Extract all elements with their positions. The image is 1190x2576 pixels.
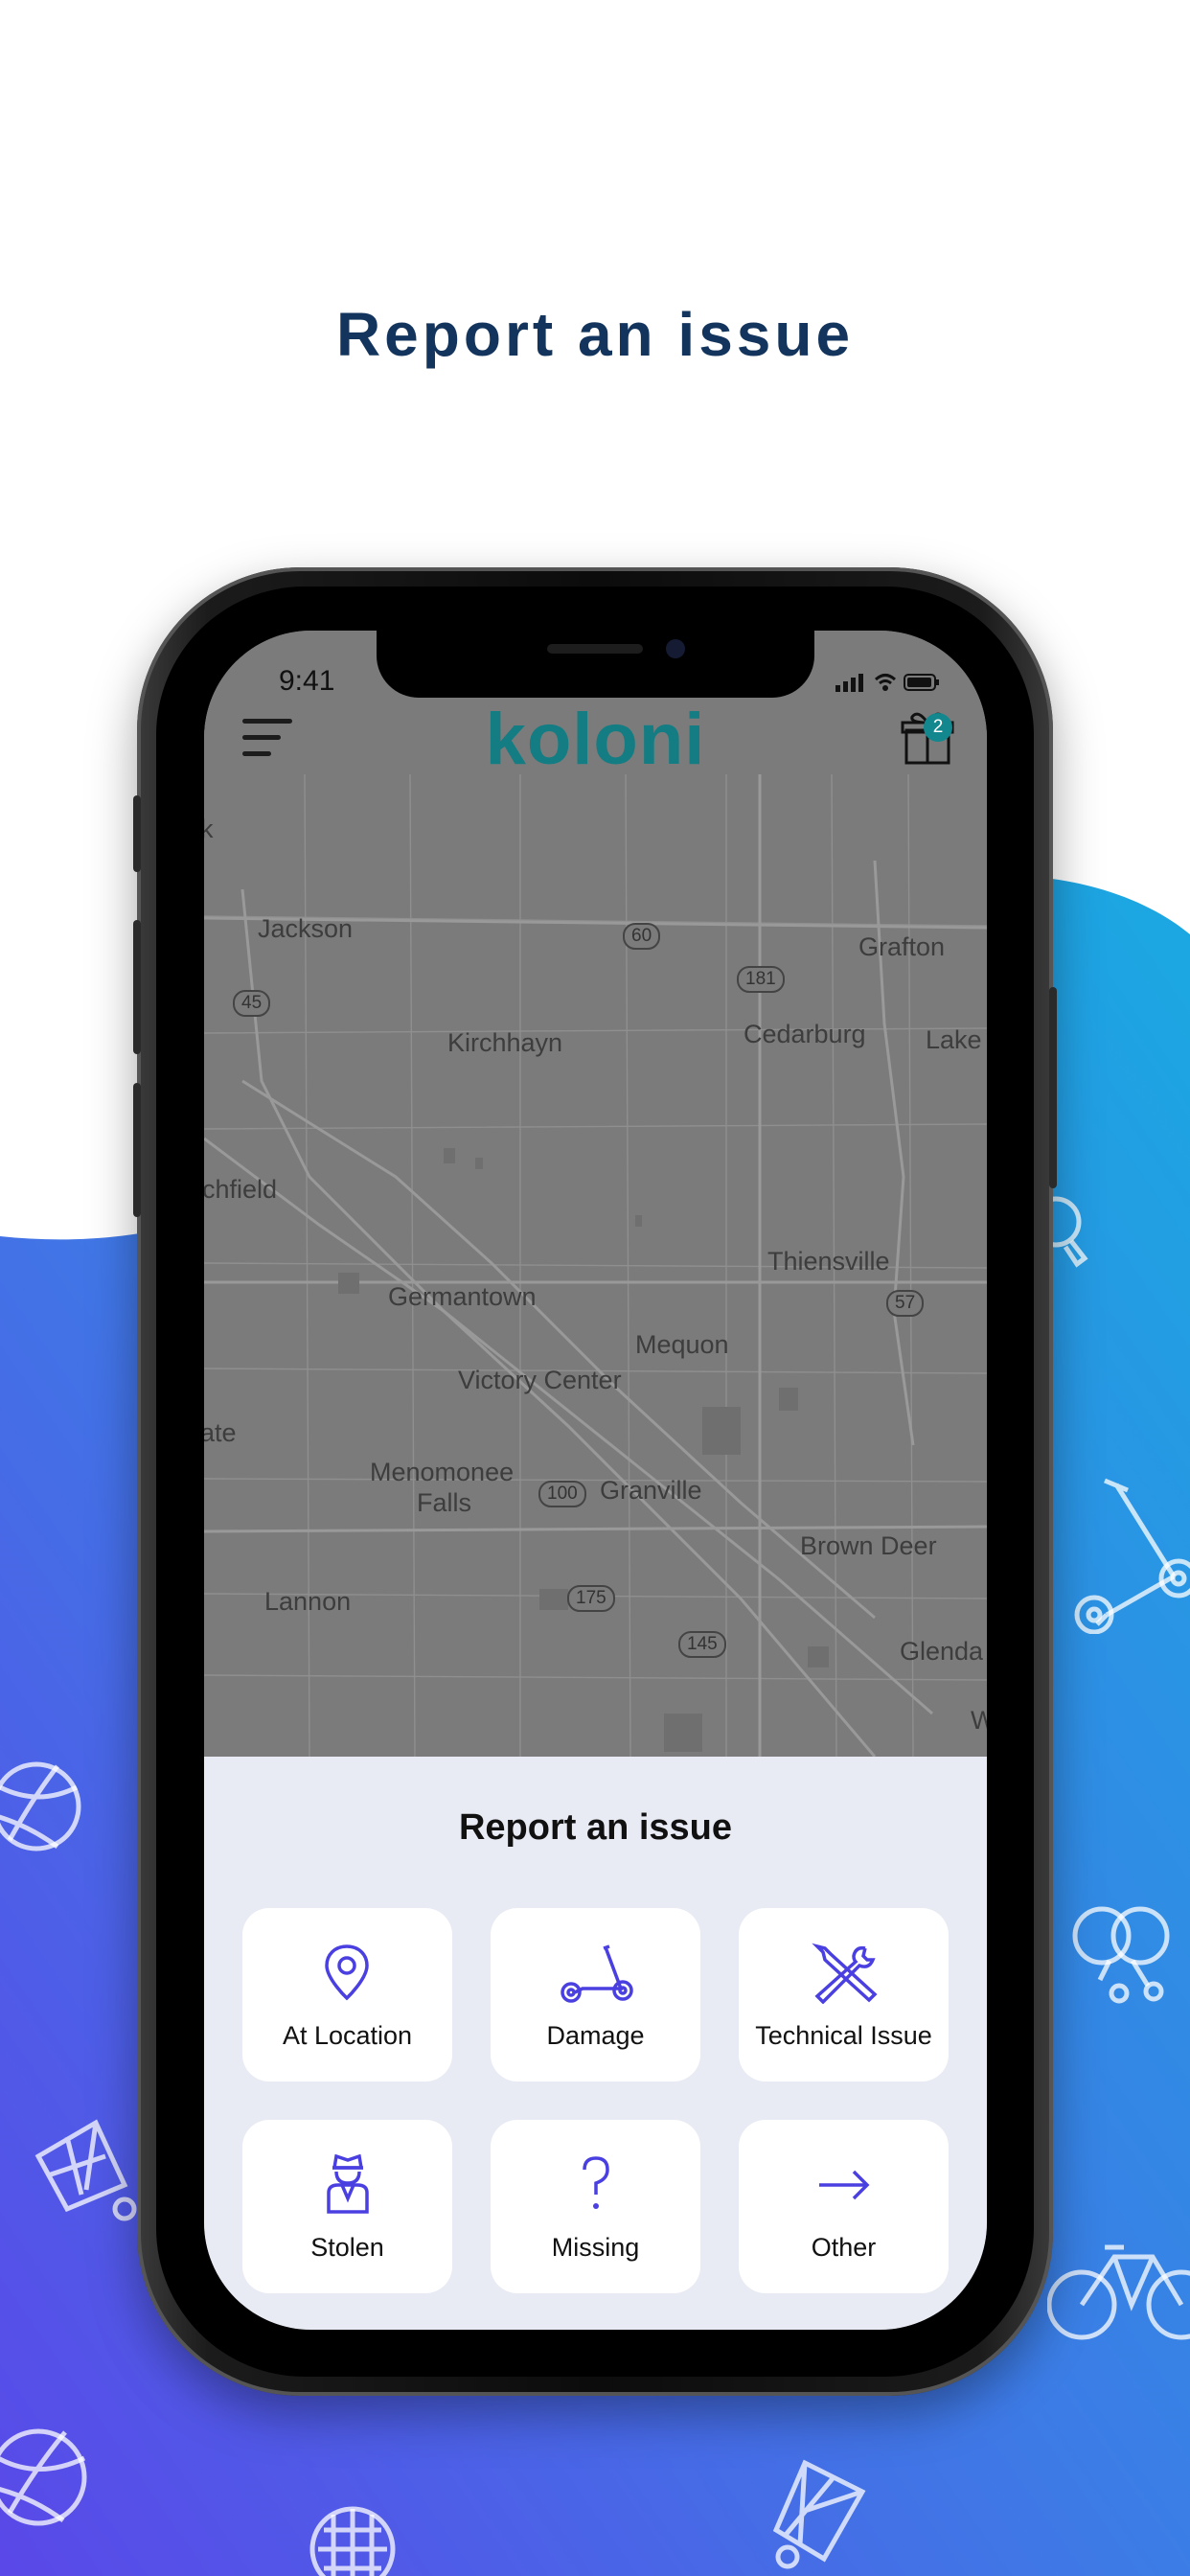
wifi-icon — [874, 674, 897, 685]
map-place-label: W — [971, 1706, 987, 1735]
option-label: Missing — [551, 2233, 640, 2262]
option-label: At Location — [282, 2021, 413, 2050]
battery-icon — [904, 674, 939, 691]
route-shield: 181 — [737, 966, 785, 993]
phone-side-button — [133, 795, 141, 872]
map-place-label: Thiensville — [767, 1247, 890, 1276]
phone-volume-up — [133, 920, 141, 1054]
thief-icon — [327, 2154, 369, 2214]
option-label: Stolen — [310, 2233, 384, 2262]
ping-pong-icon — [1072, 1906, 1170, 2004]
option-label: Other — [811, 2233, 877, 2262]
map-place-label: Grafton — [858, 932, 946, 961]
option-label: Technical Issue — [755, 2021, 932, 2050]
notification-badge: 2 — [924, 713, 952, 742]
map-place-label: ate — [204, 1418, 237, 1447]
map-place-label: Jackson — [258, 914, 354, 943]
scooter-icon — [561, 1944, 633, 2003]
map-place-label: Lannon — [264, 1587, 352, 1616]
tools-icon — [812, 1943, 878, 2004]
map-place-label: chfield — [204, 1175, 278, 1204]
scooter-icon — [1074, 1478, 1190, 1634]
basketball-icon — [0, 2428, 87, 2526]
map-place-label: k — [204, 815, 214, 843]
signal-icon — [835, 674, 863, 692]
location-pin-icon — [325, 1944, 369, 2001]
sheet-title: Report an issue — [458, 1807, 733, 1848]
route-shield: 45 — [233, 990, 271, 1017]
phone-notch — [377, 631, 814, 698]
question-mark-icon — [583, 2156, 609, 2209]
basketball-icon — [0, 1761, 81, 1852]
phone-volume-down — [133, 1083, 141, 1217]
map-place-label: Glenda — [900, 1637, 984, 1666]
map-view[interactable]: k Jackson Grafton Kirchhayn Cedarburg La… — [204, 774, 987, 1757]
option-at-location[interactable]: At Location — [242, 1908, 452, 2082]
app-logo: koloni — [485, 699, 706, 780]
option-label: Damage — [546, 2021, 645, 2050]
option-other[interactable]: Other — [739, 2120, 949, 2293]
option-technical-issue[interactable]: Technical Issue — [739, 1908, 949, 2082]
map-place-label: Granville — [600, 1476, 702, 1505]
map-place-label: Menomonee — [370, 1458, 515, 1486]
route-shield: 145 — [678, 1631, 726, 1658]
option-stolen[interactable]: Stolen — [242, 2120, 452, 2293]
shuttlecock-icon — [34, 2119, 137, 2221]
report-issue-sheet: Report an issue At Location Damage Techn… — [204, 1757, 987, 2330]
bicycle-icon — [1047, 2244, 1190, 2340]
route-shield: 60 — [623, 923, 661, 950]
route-shield: 57 — [886, 1290, 925, 1317]
option-missing[interactable]: Missing — [491, 2120, 700, 2293]
option-damage[interactable]: Damage — [491, 1908, 700, 2082]
app-screen: k Jackson Grafton Kirchhayn Cedarburg La… — [204, 631, 987, 2330]
phone-power-button — [1049, 987, 1057, 1188]
map-place-label: Mequon — [635, 1330, 729, 1359]
shuttlecock-icon — [772, 2459, 866, 2569]
arrow-right-icon — [819, 2170, 870, 2200]
status-time: 9:41 — [279, 665, 335, 697]
page-title: Report an issue — [335, 300, 855, 369]
map-place-label: Brown Deer — [800, 1531, 937, 1560]
map-place-label: Victory Center — [458, 1366, 622, 1394]
map-place-label: Lake — [926, 1025, 982, 1054]
route-shield: 100 — [538, 1481, 586, 1507]
status-icons — [835, 671, 941, 699]
tennis-racket-icon — [309, 2506, 396, 2576]
map-place-label: Falls — [417, 1488, 472, 1517]
map-place-label: Germantown — [388, 1282, 537, 1311]
route-shield: 175 — [567, 1585, 615, 1612]
map-place-label: Cedarburg — [744, 1020, 866, 1048]
map-place-label: Kirchhayn — [447, 1028, 563, 1057]
